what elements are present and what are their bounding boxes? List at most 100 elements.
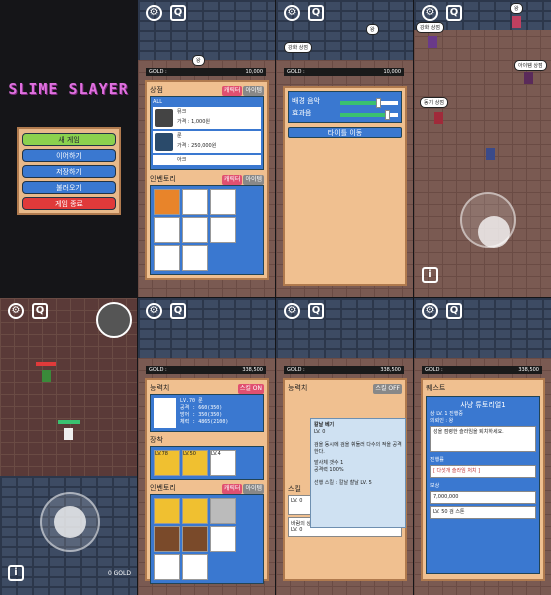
inv-tab-character[interactable]: 캐릭터 xyxy=(221,484,243,494)
bgm-slider-knob[interactable] xyxy=(375,97,381,108)
item-name: 아크 xyxy=(177,157,187,163)
king-label: 왕 xyxy=(510,3,523,14)
item-name: 룬 xyxy=(177,133,182,139)
gold-value: 338,500 xyxy=(242,367,263,373)
inventory-grid xyxy=(150,494,264,584)
inv-tab-item[interactable]: 아이템 xyxy=(243,484,264,494)
inventory-slot[interactable] xyxy=(210,217,236,243)
inventory-slot[interactable] xyxy=(182,217,208,243)
quest-icon[interactable]: Q xyxy=(308,5,324,21)
skill-toggle[interactable]: 스킬 ON xyxy=(237,384,264,394)
sfx-slider-knob[interactable] xyxy=(384,109,390,120)
quest-description: 성을 점령한 슬라임을 퇴치하세요. xyxy=(430,426,536,452)
continue-button[interactable]: 이어하기 xyxy=(22,149,116,162)
sfx-label: 효과음 xyxy=(292,109,312,117)
inventory-slot[interactable] xyxy=(154,554,180,580)
stats-header: 능력치 스킬 OFF xyxy=(288,383,402,394)
gold-label: GOLD : xyxy=(287,367,305,373)
town-map: ⚙ Q 왕 강화 상점 아이템 상점 동기 상점 i xyxy=(414,0,551,297)
settings-panel: 배경 음악 효과음 타이틀 이동 xyxy=(283,86,407,286)
inventory-slot[interactable] xyxy=(210,526,236,552)
filter-all[interactable]: ALL xyxy=(153,99,261,107)
inventory-slot[interactable] xyxy=(154,217,180,243)
new-game-button[interactable]: 새 게임 xyxy=(22,133,116,146)
joystick-knob[interactable] xyxy=(478,216,510,248)
stat-attack: 공격 : 660(350) xyxy=(180,405,223,411)
stats-screen: ⚙ Q GOLD : 338,500 능력치 스킬 ON LV.70 룬 공격 :… xyxy=(138,298,275,595)
item-name: 뮤크 xyxy=(177,109,187,115)
gold-value: 10,000 xyxy=(245,69,264,75)
quest-icon[interactable]: Q xyxy=(32,303,48,319)
slime-enemy[interactable] xyxy=(42,370,51,382)
info-icon[interactable]: i xyxy=(8,565,24,581)
quest-icon[interactable]: Q xyxy=(170,5,186,21)
stats-header: 능력치 스킬 ON xyxy=(150,383,264,394)
stat-health: 체력 : 4865(2100) xyxy=(180,419,229,425)
equip-slot-weapon[interactable]: LV.78 xyxy=(154,450,180,476)
character-avatar xyxy=(154,398,176,428)
inventory-slot[interactable] xyxy=(182,526,208,552)
gold-value: 338,500 xyxy=(518,367,539,373)
quest-icon[interactable]: Q xyxy=(446,5,462,21)
player-character xyxy=(64,428,73,440)
skill-toggle[interactable]: 스킬 OFF xyxy=(373,384,402,394)
inv-tab-character[interactable]: 캐릭터 xyxy=(221,175,243,185)
equip-level: LV.4 xyxy=(211,451,221,457)
shop-item[interactable]: 룬가격 : 250,000원 xyxy=(153,131,261,153)
king-label: 왕 xyxy=(192,55,205,66)
inventory-slot[interactable] xyxy=(154,245,180,271)
shop-list: ALL 뮤크 가격 : 1,000원 룬가격 : 250,000원 아크 xyxy=(150,96,264,170)
quit-button[interactable]: 게임 종료 xyxy=(22,197,116,210)
item-shop-npc[interactable] xyxy=(524,72,533,84)
minimap[interactable] xyxy=(96,302,132,338)
inventory-title: 인벤토리 xyxy=(150,175,176,183)
equip-slot-accessory[interactable]: LV.4 xyxy=(210,450,236,476)
pet-shop-label: 동기 상점 xyxy=(420,97,448,108)
weapon-shop-npc[interactable] xyxy=(428,36,437,48)
inventory-slot[interactable] xyxy=(154,498,180,524)
inventory-slot[interactable] xyxy=(182,554,208,580)
equip-grid: LV.78 LV.50 LV.4 xyxy=(150,446,264,480)
bottom-gold: 0 GOLD xyxy=(107,570,131,577)
skill-level: LV. 0 xyxy=(291,527,303,533)
tab-character[interactable]: 캐릭터 xyxy=(221,86,243,96)
inv-tab-item[interactable]: 아이템 xyxy=(243,175,264,185)
quest-icon[interactable]: Q xyxy=(446,303,462,319)
skill-level: LV. 0 xyxy=(291,498,303,504)
pet-shop-npc[interactable] xyxy=(434,112,443,124)
tooltip-desc: 검을 동시에 검을 휘둘러 다수의 적을 공격한다. xyxy=(314,442,402,455)
tab-item[interactable]: 아이템 xyxy=(243,86,264,96)
quest-icon[interactable]: Q xyxy=(308,303,324,319)
bgm-slider[interactable] xyxy=(340,97,398,108)
weapon-shop-label: 강화 상점 xyxy=(284,42,312,53)
save-button[interactable]: 저장하기 xyxy=(22,165,116,178)
king-npc[interactable] xyxy=(512,16,521,28)
inventory-slot[interactable] xyxy=(154,189,180,215)
gear-icon[interactable]: ⚙ xyxy=(146,303,162,319)
inventory-slot[interactable] xyxy=(210,189,236,215)
gear-icon[interactable]: ⚙ xyxy=(284,303,300,319)
load-button[interactable]: 불러오기 xyxy=(22,181,116,194)
equip-slot-armor[interactable]: LV.50 xyxy=(182,450,208,476)
gear-icon[interactable]: ⚙ xyxy=(422,303,438,319)
gold-display: GOLD : 338,500 xyxy=(422,366,542,374)
tooltip-attack: 공격력 100% xyxy=(314,467,344,473)
info-icon[interactable]: i xyxy=(422,267,438,283)
inventory-slot[interactable] xyxy=(182,498,208,524)
gear-icon[interactable]: ⚙ xyxy=(284,5,300,21)
shop-item[interactable]: 아크 xyxy=(153,155,261,165)
gear-icon[interactable]: ⚙ xyxy=(146,5,162,21)
inventory-slot[interactable] xyxy=(154,526,180,552)
inventory-slot[interactable] xyxy=(182,189,208,215)
quest-icon[interactable]: Q xyxy=(170,303,186,319)
joystick-knob[interactable] xyxy=(54,506,86,538)
inventory-slot[interactable] xyxy=(182,245,208,271)
title-move-button[interactable]: 타이틀 이동 xyxy=(288,127,402,138)
gold-label: GOLD : xyxy=(149,367,167,373)
gear-icon[interactable]: ⚙ xyxy=(422,5,438,21)
shop-item[interactable]: 뮤크 가격 : 1,000원 xyxy=(153,107,261,129)
inventory-slot[interactable] xyxy=(210,498,236,524)
item-price: 가격 : 250,000원 xyxy=(177,143,217,149)
gear-icon[interactable]: ⚙ xyxy=(8,303,24,319)
sfx-slider[interactable] xyxy=(340,109,398,120)
